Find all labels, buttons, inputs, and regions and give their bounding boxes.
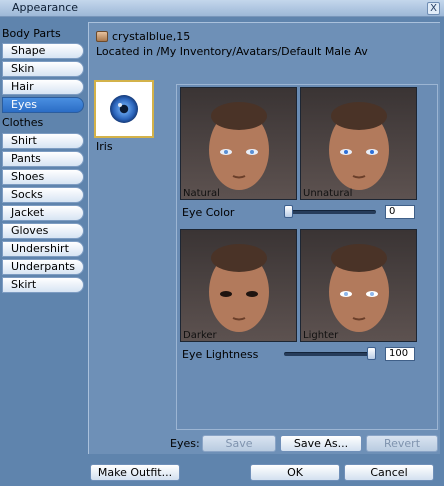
save-as-button[interactable]: Save As... [280, 435, 362, 452]
eye-lightness-slider[interactable] [284, 352, 376, 356]
eyes-actions-label: Eyes: [170, 437, 200, 450]
param-right-label: Lighter [303, 330, 339, 341]
eye-lightness-label: Eye Lightness [182, 348, 259, 361]
title-bar: Appearance X [0, 0, 444, 17]
item-location: Located in /My Inventory/Avatars/Default… [96, 45, 368, 58]
preview-natural[interactable]: Natural [180, 87, 297, 200]
body-parts-heading: Body Parts [2, 27, 61, 40]
sidebar-item-gloves[interactable]: Gloves [2, 223, 84, 239]
clothes-heading: Clothes [2, 116, 44, 129]
make-outfit-button[interactable]: Make Outfit... [90, 464, 180, 481]
param-left-label: Natural [183, 188, 220, 199]
sidebar-item-shoes[interactable]: Shoes [2, 169, 84, 185]
sidebar-item-skin[interactable]: Skin [2, 61, 84, 77]
preview-lighter[interactable]: Lighter [300, 229, 417, 342]
avatar-face-icon [209, 102, 269, 190]
sidebar-item-underpants[interactable]: Underpants [2, 259, 84, 275]
sidebar-item-eyes[interactable]: Eyes [2, 97, 84, 113]
sidebar-item-socks[interactable]: Socks [2, 187, 84, 203]
sidebar-item-skirt[interactable]: Skirt [2, 277, 84, 293]
avatar-face-icon [329, 102, 389, 190]
eye-icon [110, 95, 138, 123]
close-icon: X [430, 3, 437, 14]
preview-darker[interactable]: Darker [180, 229, 297, 342]
bodypart-icon [96, 31, 108, 42]
item-name: crystalblue,15 [112, 30, 191, 43]
avatar-face-icon [329, 244, 389, 332]
param-left-label: Darker [183, 330, 217, 341]
sidebar-item-shape[interactable]: Shape [2, 43, 84, 59]
sidebar-item-pants[interactable]: Pants [2, 151, 84, 167]
eye-color-value[interactable]: 0 [385, 205, 415, 219]
eye-color-slider-thumb[interactable] [284, 205, 293, 218]
sidebar-item-jacket[interactable]: Jacket [2, 205, 84, 221]
iris-label: Iris [96, 140, 113, 153]
eye-lightness-value[interactable]: 100 [385, 347, 415, 361]
ok-button[interactable]: OK [250, 464, 340, 481]
save-button[interactable]: Save [202, 435, 276, 452]
eye-color-label: Eye Color [182, 206, 235, 219]
close-button[interactable]: X [427, 2, 440, 15]
preview-unnatural[interactable]: Unnatural [300, 87, 417, 200]
eye-lightness-slider-thumb[interactable] [367, 347, 376, 360]
param-right-label: Unnatural [303, 188, 353, 199]
cancel-button[interactable]: Cancel [344, 464, 434, 481]
revert-button[interactable]: Revert [366, 435, 438, 452]
sidebar-item-shirt[interactable]: Shirt [2, 133, 84, 149]
window-title: Appearance [12, 1, 79, 14]
iris-color-swatch[interactable] [94, 80, 154, 138]
sidebar-item-undershirt[interactable]: Undershirt [2, 241, 84, 257]
sidebar-item-hair[interactable]: Hair [2, 79, 84, 95]
eye-color-slider[interactable] [284, 210, 376, 214]
avatar-face-icon [209, 244, 269, 332]
